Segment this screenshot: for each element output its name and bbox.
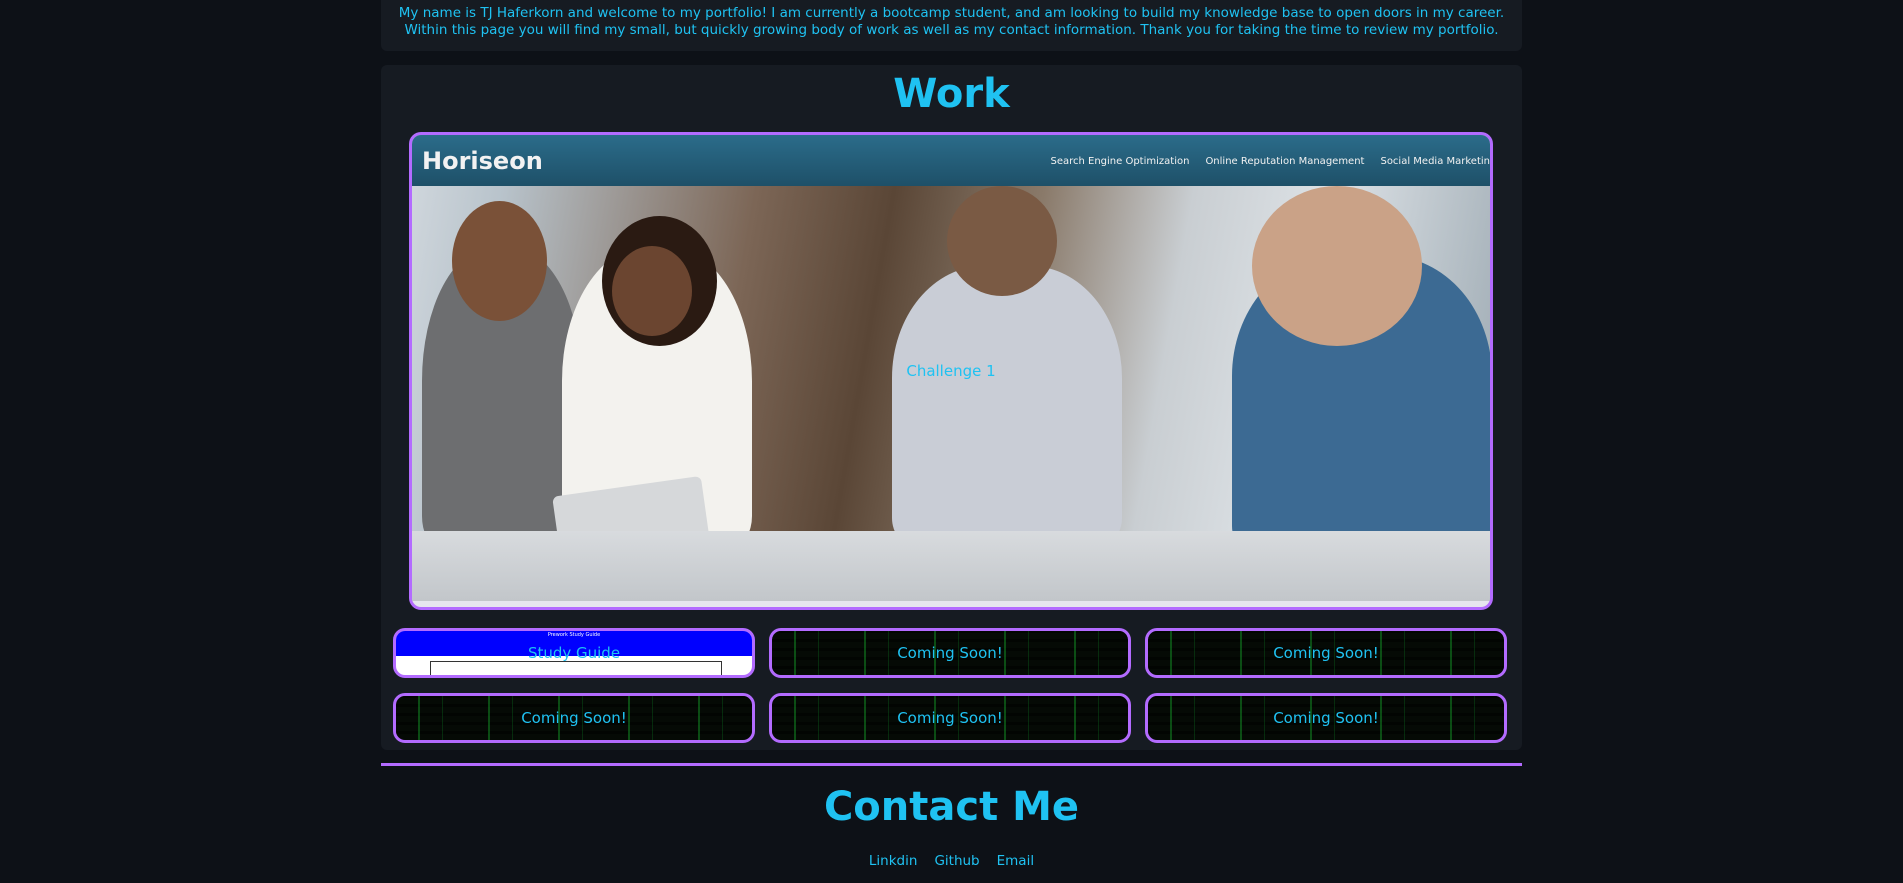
about-section: My name is TJ Haferkorn and welcome to m…	[381, 0, 1522, 51]
project-label: Study Guide	[527, 644, 621, 662]
section-divider	[381, 763, 1522, 766]
horiseon-nav-item: Online Reputation Management	[1205, 156, 1365, 167]
featured-project-label: Challenge 1	[906, 362, 996, 380]
contact-links: Linkdin Github Email	[381, 853, 1522, 869]
horiseon-nav-item: Search Engine Optimization	[1050, 156, 1190, 167]
horiseon-logo: Horiseon	[422, 147, 543, 175]
project-card-coming-soon[interactable]: Coming Soon!	[769, 693, 1131, 743]
github-link[interactable]: Github	[934, 853, 979, 869]
work-section: Work Horiseon Search Engine Optimization…	[381, 65, 1522, 750]
project-label: Coming Soon!	[897, 709, 1003, 727]
project-label: Coming Soon!	[1273, 709, 1379, 727]
horiseon-nav: Search Engine Optimization Online Reputa…	[1050, 156, 1490, 167]
meeting-table	[412, 531, 1490, 601]
project-label: Coming Soon!	[897, 644, 1003, 662]
project-label: Coming Soon!	[1273, 644, 1379, 662]
horiseon-header: Horiseon Search Engine Optimization Onli…	[412, 135, 1490, 186]
project-card-coming-soon[interactable]: Coming Soon!	[1145, 628, 1507, 678]
about-text: My name is TJ Haferkorn and welcome to m…	[398, 5, 1505, 38]
study-guide-preview-box	[430, 661, 722, 675]
study-guide-preview-title: Prework Study Guide	[547, 632, 601, 638]
project-card-coming-soon[interactable]: Coming Soon!	[769, 628, 1131, 678]
project-label: Coming Soon!	[521, 709, 627, 727]
featured-project-card[interactable]: Horiseon Search Engine Optimization Onli…	[409, 132, 1493, 610]
project-card-study-guide[interactable]: Prework Study Guide Study Guide	[393, 628, 755, 678]
project-card-coming-soon[interactable]: Coming Soon!	[393, 693, 755, 743]
horiseon-nav-item: Social Media Marketin	[1380, 156, 1490, 167]
linkedin-link[interactable]: Linkdin	[869, 853, 918, 869]
work-heading: Work	[893, 71, 1010, 117]
contact-heading: Contact Me	[823, 784, 1080, 830]
email-link[interactable]: Email	[997, 853, 1034, 869]
project-card-coming-soon[interactable]: Coming Soon!	[1145, 693, 1507, 743]
team-meeting-photo	[412, 186, 1490, 601]
